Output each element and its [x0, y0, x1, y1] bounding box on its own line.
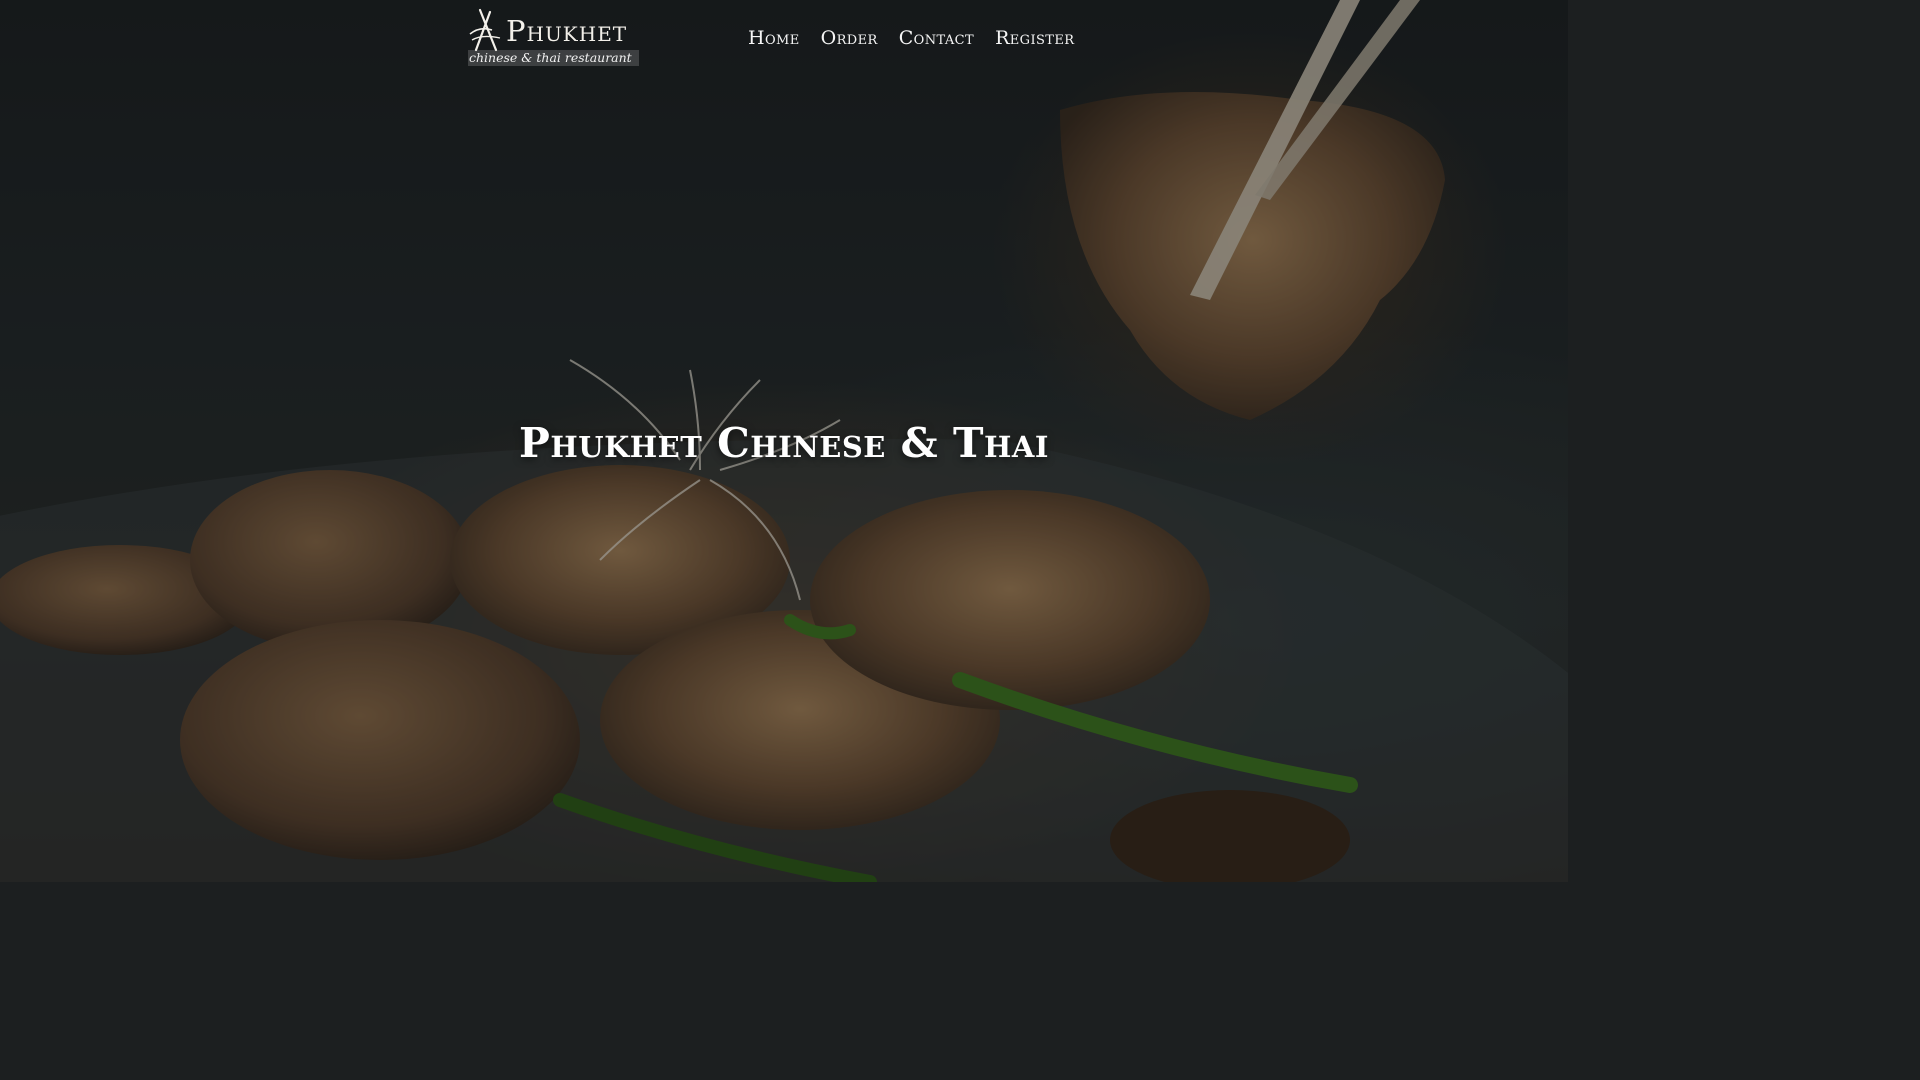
main-menu: Home Order Contact Register [748, 26, 1074, 50]
hero-title: Phukhet Chinese & Thai [519, 419, 1049, 468]
nav-contact-link[interactable]: Contact [899, 26, 974, 50]
nav-home-link[interactable]: Home [748, 26, 800, 50]
nav-order-link[interactable]: Order [821, 26, 878, 50]
logo-tagline: chinese & thai restaurant [468, 50, 639, 66]
nav-register-link[interactable]: Register [995, 26, 1074, 50]
site-logo[interactable]: Phukhet chinese & thai restaurant [466, 8, 642, 68]
top-navigation: Phukhet chinese & thai restaurant Home O… [0, 0, 1568, 80]
hero-section: Phukhet chinese & thai restaurant Home O… [0, 0, 1568, 882]
chopsticks-icon [469, 8, 501, 52]
logo-name: Phukhet [506, 14, 628, 48]
